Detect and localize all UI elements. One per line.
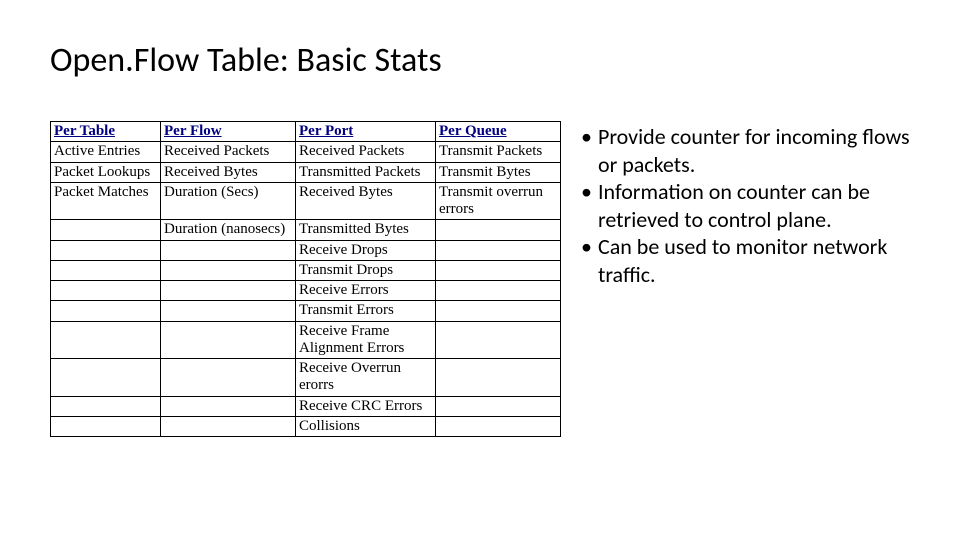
cell: Received Packets bbox=[296, 142, 436, 162]
table-row: Receive Frame Alignment Errors bbox=[51, 321, 561, 359]
cell: Duration (nanosecs) bbox=[161, 220, 296, 240]
cell bbox=[436, 281, 561, 301]
cell: Transmit Bytes bbox=[436, 162, 561, 182]
bullet-text: Can be used to monitor network traffic. bbox=[598, 233, 930, 288]
cell bbox=[51, 359, 161, 397]
cell: Packet Matches bbox=[51, 182, 161, 220]
cell bbox=[436, 416, 561, 436]
cell bbox=[161, 281, 296, 301]
cell bbox=[51, 260, 161, 280]
cell: Duration (Secs) bbox=[161, 182, 296, 220]
cell: Received Bytes bbox=[161, 162, 296, 182]
bullet-dot-icon: • bbox=[581, 178, 598, 233]
cell: Receive Errors bbox=[296, 281, 436, 301]
header-per-table: Per Table bbox=[51, 122, 161, 142]
table-row: Receive Drops bbox=[51, 240, 561, 260]
header-per-flow: Per Flow bbox=[161, 122, 296, 142]
content-row: Per Table Per Flow Per Port Per Queue Ac… bbox=[50, 121, 930, 437]
cell: Packet Lookups bbox=[51, 162, 161, 182]
cell: Transmit overrun errors bbox=[436, 182, 561, 220]
cell bbox=[161, 396, 296, 416]
cell bbox=[436, 260, 561, 280]
cell: Collisions bbox=[296, 416, 436, 436]
cell bbox=[436, 240, 561, 260]
table-row: Receive CRC Errors bbox=[51, 396, 561, 416]
cell: Transmitted Bytes bbox=[296, 220, 436, 240]
bullet-dot-icon: • bbox=[581, 123, 598, 178]
header-per-queue: Per Queue bbox=[436, 122, 561, 142]
cell bbox=[161, 416, 296, 436]
table-row: Active Entries Received Packets Received… bbox=[51, 142, 561, 162]
cell: Received Packets bbox=[161, 142, 296, 162]
cell bbox=[51, 416, 161, 436]
cell: Transmitted Packets bbox=[296, 162, 436, 182]
slide-title: Open.Flow Table: Basic Stats bbox=[50, 40, 930, 81]
list-item: • Can be used to monitor network traffic… bbox=[581, 233, 930, 288]
cell bbox=[161, 321, 296, 359]
table-row: Transmit Errors bbox=[51, 301, 561, 321]
cell bbox=[51, 220, 161, 240]
list-item: • Information on counter can be retrieve… bbox=[581, 178, 930, 233]
table-row: Duration (nanosecs) Transmitted Bytes bbox=[51, 220, 561, 240]
cell bbox=[51, 396, 161, 416]
table-row: Packet Lookups Received Bytes Transmitte… bbox=[51, 162, 561, 182]
cell bbox=[51, 321, 161, 359]
cell bbox=[436, 359, 561, 397]
cell: Transmit Drops bbox=[296, 260, 436, 280]
cell bbox=[436, 396, 561, 416]
cell bbox=[161, 359, 296, 397]
bullet-text: Provide counter for incoming flows or pa… bbox=[598, 123, 930, 178]
cell: Receive Drops bbox=[296, 240, 436, 260]
cell bbox=[161, 240, 296, 260]
cell bbox=[161, 301, 296, 321]
cell bbox=[436, 321, 561, 359]
cell: Transmit Errors bbox=[296, 301, 436, 321]
bullet-text: Information on counter can be retrieved … bbox=[598, 178, 930, 233]
cell bbox=[51, 281, 161, 301]
cell bbox=[161, 260, 296, 280]
cell: Active Entries bbox=[51, 142, 161, 162]
bullet-list: • Provide counter for incoming flows or … bbox=[581, 121, 930, 288]
table-row: Collisions bbox=[51, 416, 561, 436]
table-header-row: Per Table Per Flow Per Port Per Queue bbox=[51, 122, 561, 142]
table-body: Active Entries Received Packets Received… bbox=[51, 142, 561, 437]
stats-table-container: Per Table Per Flow Per Port Per Queue Ac… bbox=[50, 121, 561, 437]
stats-table: Per Table Per Flow Per Port Per Queue Ac… bbox=[50, 121, 561, 437]
list-item: • Provide counter for incoming flows or … bbox=[581, 123, 930, 178]
cell: Receive CRC Errors bbox=[296, 396, 436, 416]
cell bbox=[436, 220, 561, 240]
table-row: Receive Errors bbox=[51, 281, 561, 301]
header-per-port: Per Port bbox=[296, 122, 436, 142]
cell: Received Bytes bbox=[296, 182, 436, 220]
cell: Receive Overrun erorrs bbox=[296, 359, 436, 397]
bullet-dot-icon: • bbox=[581, 233, 598, 288]
table-row: Transmit Drops bbox=[51, 260, 561, 280]
cell bbox=[436, 301, 561, 321]
table-row: Receive Overrun erorrs bbox=[51, 359, 561, 397]
cell: Receive Frame Alignment Errors bbox=[296, 321, 436, 359]
table-row: Packet Matches Duration (Secs) Received … bbox=[51, 182, 561, 220]
cell bbox=[51, 240, 161, 260]
cell bbox=[51, 301, 161, 321]
cell: Transmit Packets bbox=[436, 142, 561, 162]
